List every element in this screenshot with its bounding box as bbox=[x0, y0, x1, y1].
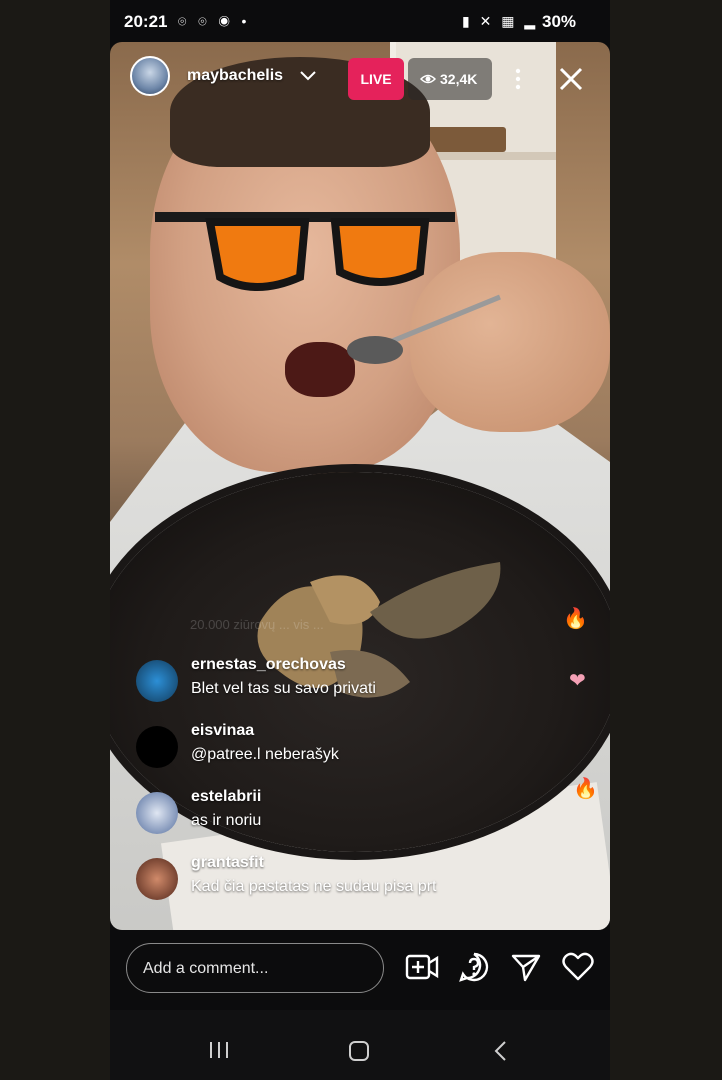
comment-username[interactable]: eisvinaa bbox=[191, 722, 254, 740]
close-icon[interactable] bbox=[558, 66, 584, 92]
live-header: maybachelis LIVE 32,4K bbox=[110, 50, 610, 110]
status-time: 20:21 bbox=[124, 12, 168, 31]
comment-username[interactable]: ernestas_orechovas bbox=[191, 656, 346, 674]
chevron-down-icon[interactable] bbox=[297, 64, 319, 86]
comment-avatar bbox=[136, 792, 178, 834]
comment-username[interactable]: estelabrii bbox=[191, 788, 261, 806]
orange-sunglasses bbox=[155, 212, 455, 291]
comment-avatar bbox=[136, 858, 178, 900]
comment-avatar bbox=[136, 726, 178, 768]
heart-icon[interactable] bbox=[562, 952, 594, 982]
comment-avatar bbox=[136, 660, 178, 702]
comment-item[interactable]: grantasfit Kad čia pastatas ne sudau pis… bbox=[136, 854, 556, 904]
viewer-count: 32,4K bbox=[440, 71, 478, 87]
android-nav-bar bbox=[110, 1010, 610, 1080]
comment-text: Kad čia pastatas ne sudau pisa prt bbox=[191, 878, 437, 895]
recents-icon[interactable] bbox=[208, 1040, 230, 1060]
back-icon[interactable] bbox=[492, 1040, 508, 1062]
spoon bbox=[347, 294, 501, 364]
comment-input-box[interactable] bbox=[126, 943, 384, 993]
live-badge: LIVE bbox=[348, 58, 404, 100]
comment-text: @patree.l neberašyk bbox=[191, 746, 339, 763]
phone-screen: 20:21 ⌾ ⌾ ◉ • ▮ ✕ ▦ ▂ 30% maybachelis LI… bbox=[110, 0, 610, 1080]
host-avatar[interactable] bbox=[130, 56, 170, 96]
comment-input[interactable] bbox=[141, 954, 365, 984]
question-icon[interactable] bbox=[459, 952, 489, 982]
faded-system-message: 20.000 ziūrovų ... vis ... bbox=[190, 617, 324, 632]
system-icons: ▮ ✕ ▦ ▂ bbox=[462, 13, 539, 29]
host-username[interactable]: maybachelis bbox=[187, 67, 283, 85]
fire-reaction: 🔥 bbox=[563, 608, 588, 630]
comment-item[interactable]: estelabrii as ir noriu bbox=[136, 788, 556, 838]
share-icon[interactable] bbox=[511, 952, 541, 982]
more-options-icon[interactable] bbox=[514, 67, 522, 91]
comment-item[interactable]: ernestas_orechovas Blet vel tas su savo … bbox=[136, 656, 556, 706]
comment-username[interactable]: grantasfit bbox=[191, 854, 264, 872]
heart-reaction: ❤ bbox=[569, 670, 586, 692]
notification-icons: ⌾ ⌾ ◉ • bbox=[178, 13, 251, 29]
eye-icon bbox=[420, 74, 436, 84]
battery-level: 30% bbox=[542, 12, 577, 31]
comment-text: as ir noriu bbox=[191, 812, 262, 829]
home-icon[interactable] bbox=[348, 1040, 370, 1062]
status-bar: 20:21 ⌾ ⌾ ◉ • ▮ ✕ ▦ ▂ 30% bbox=[110, 0, 610, 44]
video-add-icon[interactable] bbox=[405, 952, 439, 982]
viewer-count-badge[interactable]: 32,4K bbox=[408, 58, 492, 100]
comment-item[interactable]: eisvinaa @patree.l neberašyk bbox=[136, 722, 556, 772]
fire-reaction: 🔥 bbox=[573, 778, 598, 800]
comment-text: Blet vel tas su savo privati bbox=[191, 680, 376, 697]
bottom-action-bar bbox=[110, 930, 610, 1010]
